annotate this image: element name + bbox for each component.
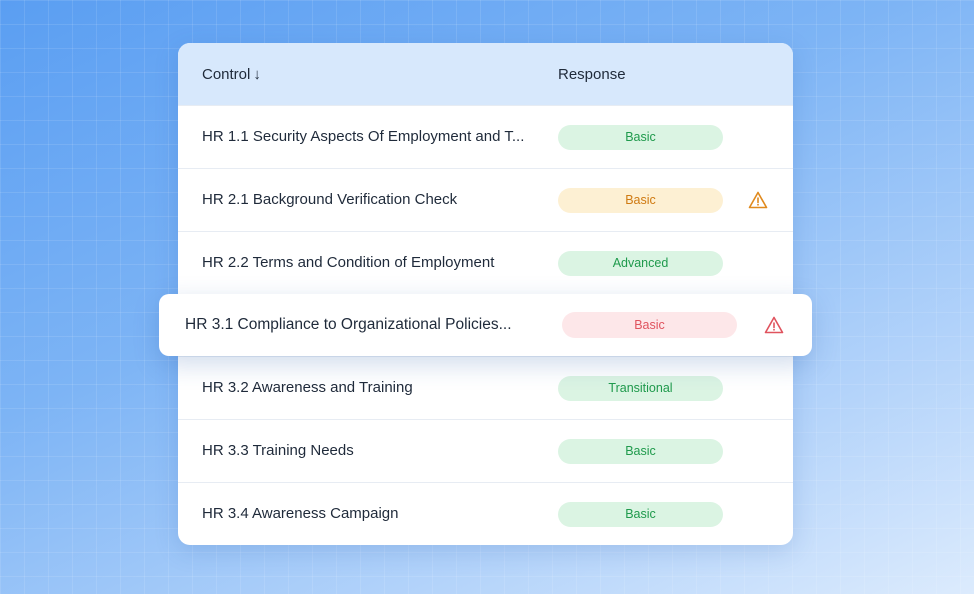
- highlighted-row[interactable]: HR 3.1 Compliance to Organizational Poli…: [159, 294, 812, 356]
- control-name: HR 2.1 Background Verification Check: [202, 191, 458, 208]
- warning-triangle-icon[interactable]: [748, 190, 768, 210]
- response-badge[interactable]: Basic: [558, 502, 723, 527]
- response-badge[interactable]: Basic: [558, 125, 723, 150]
- arrow-down-icon: ↓: [253, 66, 261, 83]
- table-row[interactable]: HR 1.1 Security Aspects Of Employment an…: [178, 105, 793, 168]
- control-name: HR 3.2 Awareness and Training: [202, 379, 413, 396]
- control-name: HR 2.2 Terms and Condition of Employment: [202, 254, 495, 271]
- table-row[interactable]: HR 3.3 Training Needs Basic: [178, 419, 793, 482]
- warning-triangle-icon[interactable]: [764, 315, 784, 335]
- control-name: HR 3.1 Compliance to Organizational Poli…: [185, 316, 512, 333]
- column-header-response[interactable]: Response: [558, 66, 626, 83]
- table-row[interactable]: HR 2.1 Background Verification Check Bas…: [178, 168, 793, 231]
- table-header: Control ↓ Response: [178, 43, 793, 105]
- control-name: HR 3.3 Training Needs: [202, 442, 354, 459]
- control-name: HR 1.1 Security Aspects Of Employment an…: [202, 128, 525, 145]
- response-badge[interactable]: Basic: [558, 188, 723, 213]
- table-row[interactable]: HR 3.4 Awareness Campaign Basic: [178, 482, 793, 545]
- table-row[interactable]: HR 2.2 Terms and Condition of Employment…: [178, 231, 793, 294]
- table-row[interactable]: HR 3.2 Awareness and Training Transition…: [178, 356, 793, 419]
- column-header-control[interactable]: Control ↓: [202, 66, 261, 83]
- response-badge[interactable]: Basic: [558, 439, 723, 464]
- control-name: HR 3.4 Awareness Campaign: [202, 505, 399, 522]
- response-badge[interactable]: Transitional: [558, 376, 723, 401]
- response-badge[interactable]: Advanced: [558, 251, 723, 276]
- response-badge[interactable]: Basic: [562, 312, 737, 338]
